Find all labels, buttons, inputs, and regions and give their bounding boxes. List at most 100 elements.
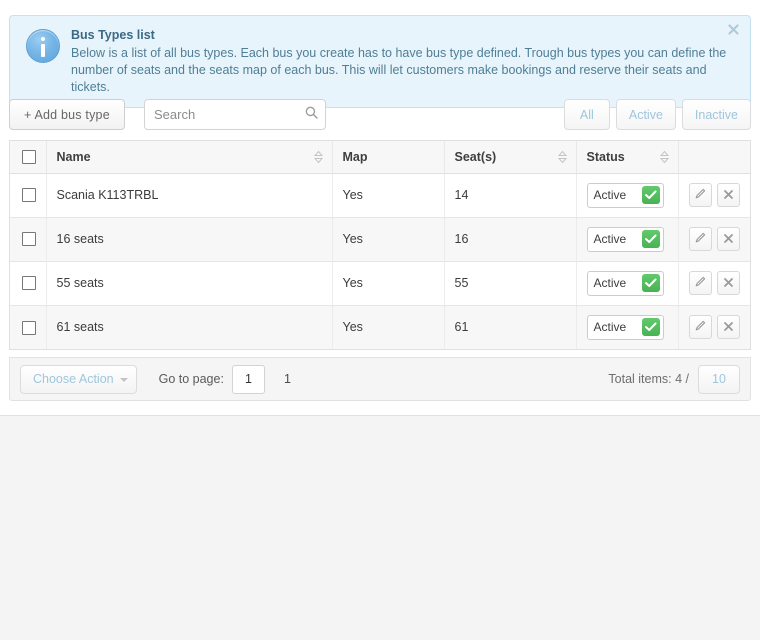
column-header-status-label: Status [586,149,625,164]
total-items-label: Total items: 4 / [608,372,689,386]
row-select-cell [10,217,47,262]
pencil-icon [694,231,707,247]
table-header-row: Name Map Seat(s) Status [10,141,750,174]
chevron-down-icon [119,377,128,382]
cell-seats: 16 [444,217,577,262]
row-checkbox[interactable] [22,320,36,335]
status-badge[interactable]: Active [586,182,664,208]
status-label: Active [593,276,627,290]
cell-status: Active [576,261,679,306]
cell-map: Yes [332,261,445,306]
alert-text: Below is a list of all bus types. Each b… [71,46,727,94]
row-select-cell [10,305,47,349]
cell-actions [678,173,750,218]
row-actions [688,271,740,295]
alert-body: Bus Types list Below is a list of all bu… [71,26,738,96]
filter-group: All Active Inactive [563,99,751,130]
delete-button[interactable] [716,271,740,295]
cell-name: 55 seats [46,261,333,306]
status-badge[interactable]: Active [586,226,664,252]
check-icon [641,230,660,248]
edit-button[interactable] [688,183,712,207]
status-label: Active [593,188,627,202]
row-select-cell [10,261,47,306]
status-label: Active [593,320,627,335]
edit-button[interactable] [688,315,712,340]
toolbar: + Add bus type All Active Inactive [9,99,751,131]
status-badge[interactable]: Active [586,314,664,340]
select-all-header [10,141,47,174]
row-actions [688,315,740,340]
sort-icon [557,150,567,164]
cell-map: Yes [332,173,445,218]
table-row: 16 seats Yes 16 Active [10,217,750,262]
goto-page-label: Go to page: [158,372,224,386]
column-header-name[interactable]: Name [46,141,333,174]
select-all-checkbox[interactable] [22,150,36,165]
search-wrapper [144,99,326,130]
edit-button[interactable] [688,227,712,251]
cell-actions [678,217,750,262]
close-icon [723,188,734,203]
close-icon [723,232,734,247]
table-row: 55 seats Yes 55 Active [10,261,750,306]
cell-seats: 55 [444,261,577,306]
table-footer: Choose Action Go to page: 1 Total items:… [9,357,751,401]
sort-icon [659,150,669,164]
close-icon[interactable] [726,24,740,38]
page-number-input[interactable] [231,364,265,394]
status-label: Active [593,232,627,246]
cell-status: Active [576,173,679,218]
filter-inactive-button[interactable]: Inactive [681,99,751,130]
column-header-seats[interactable]: Seat(s) [444,141,577,174]
row-actions [688,227,740,251]
alert-title: Bus Types list [71,28,155,42]
table-row: 61 seats Yes 61 Active [10,305,750,349]
close-icon [723,276,734,291]
delete-button[interactable] [716,315,740,340]
column-header-actions [678,141,750,174]
cell-status: Active [576,217,679,262]
page-count-label: 1 [283,372,291,386]
cell-actions [678,261,750,306]
check-icon [641,318,660,337]
row-checkbox[interactable] [22,188,36,203]
row-select-cell [10,173,47,218]
edit-button[interactable] [688,271,712,295]
cell-seats: 61 [444,305,577,349]
page-root: Bus Types list Below is a list of all bu… [0,0,760,640]
choose-action-dropdown[interactable]: Choose Action [20,364,137,394]
info-alert: Bus Types list Below is a list of all bu… [9,15,751,108]
cell-seats: 14 [444,173,577,218]
per-page-button[interactable]: 10 [698,364,740,394]
close-icon [723,320,734,335]
filter-active-button[interactable]: Active [615,99,676,130]
column-header-map-label: Map [342,149,368,164]
table-row: Scania K113TRBL Yes 14 Active [10,173,750,218]
content-area: Bus Types list Below is a list of all bu… [0,0,760,416]
row-checkbox[interactable] [22,232,36,247]
sort-icon [313,150,323,164]
column-header-name-label: Name [56,149,91,164]
cell-name: 61 seats [46,305,333,349]
pencil-icon [694,187,707,203]
cell-map: Yes [332,217,445,262]
cell-name: 16 seats [46,217,333,262]
choose-action-label: Choose Action [33,372,114,386]
add-bus-type-button[interactable]: + Add bus type [9,99,125,130]
column-header-status[interactable]: Status [576,141,679,174]
footer-right: Total items: 4 / 10 [608,364,740,394]
search-input[interactable] [144,99,326,130]
delete-button[interactable] [716,227,740,251]
cell-actions [678,305,750,349]
filter-all-button[interactable]: All [563,99,610,130]
row-checkbox[interactable] [22,276,36,291]
cell-name: Scania K113TRBL [46,173,333,218]
delete-button[interactable] [716,183,740,207]
status-badge[interactable]: Active [586,270,664,296]
column-header-seats-label: Seat(s) [454,149,497,164]
row-actions [688,183,740,207]
column-header-map: Map [332,141,445,174]
table-body: Scania K113TRBL Yes 14 Active 16 seats Yes 16 A… [10,173,750,349]
check-icon [641,274,660,292]
